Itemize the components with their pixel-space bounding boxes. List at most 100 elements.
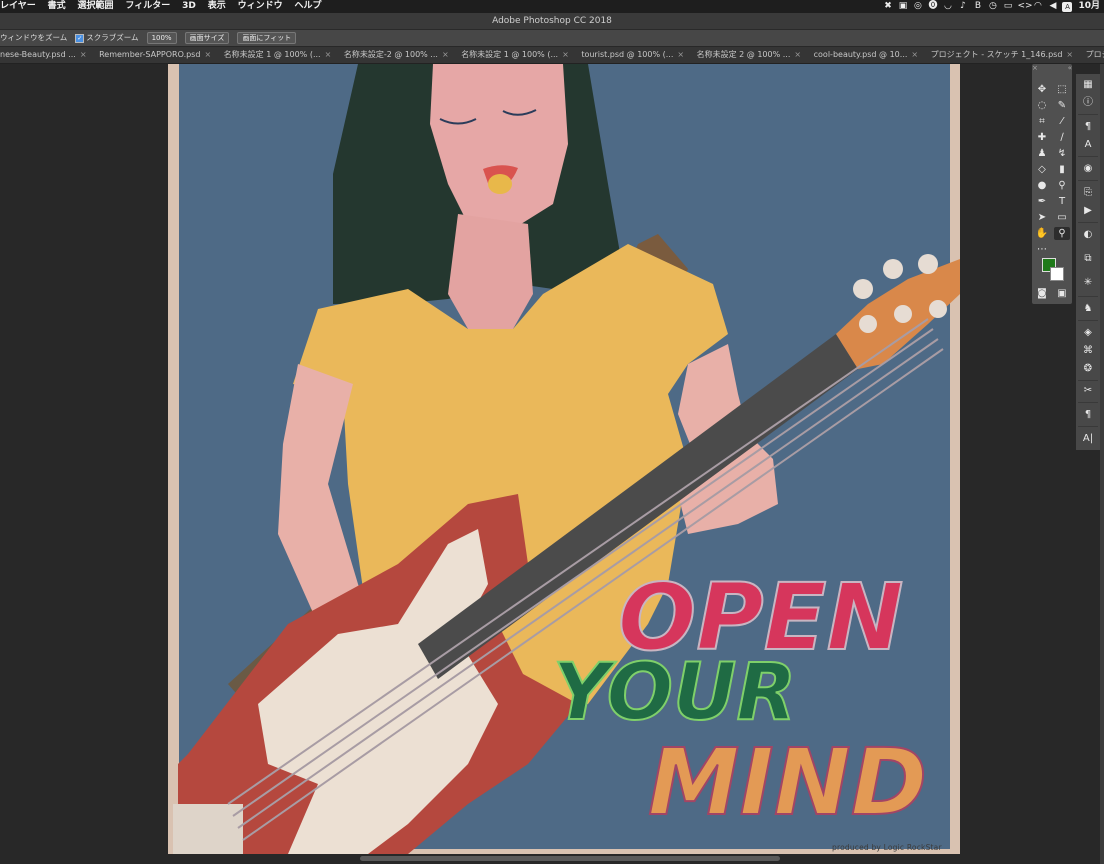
actions-icon[interactable]: ⎘	[1081, 186, 1095, 200]
gradient-tool-icon[interactable]: ▮	[1054, 163, 1070, 176]
blur-tool-icon[interactable]: ●	[1034, 179, 1050, 192]
history-brush-icon[interactable]: ↯	[1054, 147, 1070, 160]
doc-tab[interactable]: tourist.psd @ 100% (... ×	[581, 47, 694, 63]
eyedropper-tool-icon[interactable]: ⁄	[1054, 115, 1070, 128]
menu-window[interactable]: ウィンドウ	[238, 0, 283, 13]
code-icon[interactable]: <>	[1017, 0, 1032, 13]
doc-tab[interactable]: Remember-SAPPORO.psd ×	[99, 47, 221, 63]
screen-share-icon[interactable]: ▣	[897, 0, 908, 13]
doc-tab[interactable]: 名称未設定 1 @ 100% (... ×	[224, 47, 342, 63]
type-tool-icon[interactable]: T	[1054, 195, 1070, 208]
lasso-tool-icon[interactable]: ◌	[1034, 99, 1050, 112]
rectangle-tool-icon[interactable]: ▭	[1054, 211, 1070, 224]
info-circle-icon[interactable]: ⓿	[927, 0, 938, 13]
zoom-100-button[interactable]: 100%	[146, 32, 177, 44]
pen-tool-icon[interactable]: ✒	[1034, 195, 1050, 208]
healing-tool-icon[interactable]: ✚	[1034, 131, 1050, 144]
close-tab-icon[interactable]: ×	[794, 50, 801, 59]
eraser-tool-icon[interactable]: ◇	[1034, 163, 1050, 176]
zoom-window-option[interactable]: ウィンドウをズーム	[0, 30, 67, 46]
clone-source-icon[interactable]: ♞	[1081, 302, 1095, 316]
airplay-icon[interactable]: ▭	[1002, 0, 1013, 13]
menu-filter[interactable]: フィルター	[125, 0, 170, 13]
layers-icon[interactable]: ◈	[1081, 326, 1095, 340]
music-icon[interactable]: ♪	[957, 0, 968, 13]
more-tools-icon[interactable]: ⋯	[1034, 243, 1050, 256]
info-icon[interactable]: ⓘ	[1081, 96, 1095, 110]
menu-layer[interactable]: レイヤー	[0, 0, 36, 13]
character-icon[interactable]: A	[1081, 138, 1095, 152]
screen-mode-icon[interactable]: ▣	[1054, 287, 1070, 300]
close-tab-icon[interactable]: ×	[442, 50, 449, 59]
doc-tab[interactable]: 名称未設定 1 @ 100% (... ×	[461, 47, 579, 63]
menu-3d[interactable]: 3D	[182, 0, 196, 13]
paragraph-icon[interactable]: ¶	[1081, 120, 1095, 134]
marquee-tool-icon[interactable]: ⬚	[1054, 83, 1070, 96]
adjustments-icon[interactable]: ◐	[1081, 228, 1095, 242]
tab-label: プロジェクト - スケッチ 1_146.psd	[930, 50, 1063, 59]
creative-cloud-icon[interactable]: ◎	[912, 0, 923, 13]
user-avatar[interactable]: A	[1062, 1, 1073, 12]
doc-tab[interactable]: 名称未設定 2 @ 100% ... ×	[697, 47, 811, 63]
doc-tab[interactable]: プロジェクト - スケッ	[1086, 47, 1104, 63]
wifi-icon[interactable]: ◠	[1032, 0, 1043, 13]
close-panel-icon[interactable]: ×	[1032, 64, 1038, 72]
color-wheel-icon[interactable]: ◉	[1081, 162, 1095, 176]
hand-tool-icon[interactable]: ✋	[1034, 227, 1050, 240]
doc-tab[interactable]: プロジェクト - スケッチ 1_146.psd ×	[931, 47, 1083, 63]
divider	[1078, 114, 1098, 115]
paragraph-styles-icon[interactable]: ¶	[1081, 408, 1095, 422]
brush-tool-icon[interactable]: ∕	[1054, 131, 1070, 144]
navigator-icon[interactable]: ⧉	[1081, 252, 1095, 266]
close-tab-icon[interactable]: ×	[325, 50, 332, 59]
brush-settings-icon[interactable]: ✳	[1081, 276, 1095, 290]
menu-help[interactable]: ヘルプ	[294, 0, 321, 13]
close-tab-icon[interactable]: ×	[562, 50, 569, 59]
document-tabs: nese-Beauty.psd ... × Remember-SAPPORO.ps…	[0, 47, 1104, 64]
bold-b-icon[interactable]: B	[972, 0, 983, 13]
close-tab-icon[interactable]: ×	[80, 50, 87, 59]
channels-icon[interactable]: ❂	[1081, 362, 1095, 376]
glyphs-icon[interactable]: A|	[1081, 432, 1095, 446]
close-x-icon[interactable]: ✖	[882, 0, 893, 13]
menu-clock[interactable]: 10月	[1078, 0, 1100, 13]
workspace[interactable]: OPEN YOUR MIND	[0, 64, 1030, 864]
stamp-tool-icon[interactable]: ♟	[1034, 147, 1050, 160]
quick-mask-icon[interactable]: ◙	[1034, 287, 1050, 300]
crop-tool-icon[interactable]: ⌗	[1034, 115, 1050, 128]
doc-tab[interactable]: cool-beauty.psd @ 10... ×	[814, 47, 928, 63]
tab-label: 名称未設定 1 @ 100% (...	[461, 50, 559, 59]
menu-view[interactable]: 表示	[208, 0, 226, 13]
tool-presets-icon[interactable]: ✂	[1081, 384, 1095, 398]
history-clock-icon[interactable]: ◷	[987, 0, 998, 13]
bridge	[173, 804, 243, 854]
play-icon[interactable]: ▶	[1081, 204, 1095, 218]
document-canvas[interactable]: OPEN YOUR MIND	[168, 64, 960, 854]
doc-tab[interactable]: nese-Beauty.psd ... ×	[0, 47, 97, 63]
dodge-tool-icon[interactable]: ⚲	[1054, 179, 1070, 192]
close-tab-icon[interactable]: ×	[204, 50, 211, 59]
volume-icon[interactable]: ◀	[1047, 0, 1058, 13]
headphones-icon[interactable]: ◡	[942, 0, 953, 13]
menu-select[interactable]: 選択範囲	[78, 0, 114, 13]
scrubby-zoom-option[interactable]: ✓ スクラブズーム	[71, 30, 139, 46]
zoom-tool-icon[interactable]: ⚲	[1054, 227, 1070, 240]
move-tool-icon[interactable]: ✥	[1034, 83, 1050, 96]
close-tab-icon[interactable]: ×	[911, 50, 918, 59]
close-tab-icon[interactable]: ×	[1066, 50, 1073, 59]
horizontal-scrollbar[interactable]	[360, 856, 780, 861]
close-tab-icon[interactable]: ×	[677, 50, 684, 59]
histogram-icon[interactable]: ▦	[1081, 78, 1095, 92]
doc-tab[interactable]: 名称未設定-2 @ 100% ... ×	[344, 47, 459, 63]
quick-select-tool-icon[interactable]: ✎	[1054, 99, 1070, 112]
path-select-tool-icon[interactable]: ➤	[1034, 211, 1050, 224]
tools-panel-header[interactable]: × «	[1032, 64, 1072, 73]
paths-icon[interactable]: ⌘	[1081, 344, 1095, 358]
collapse-icon[interactable]: «	[1068, 64, 1072, 73]
fit-screen-size-button[interactable]: 画面サイズ	[184, 32, 230, 44]
menu-type[interactable]: 書式	[48, 0, 66, 13]
scrubby-zoom-checkbox[interactable]: ✓	[75, 33, 85, 43]
background-color-swatch[interactable]	[1050, 267, 1064, 281]
fit-on-screen-button[interactable]: 画面にフィット	[237, 32, 297, 44]
tab-label: プロジェクト - スケッ	[1085, 50, 1104, 59]
